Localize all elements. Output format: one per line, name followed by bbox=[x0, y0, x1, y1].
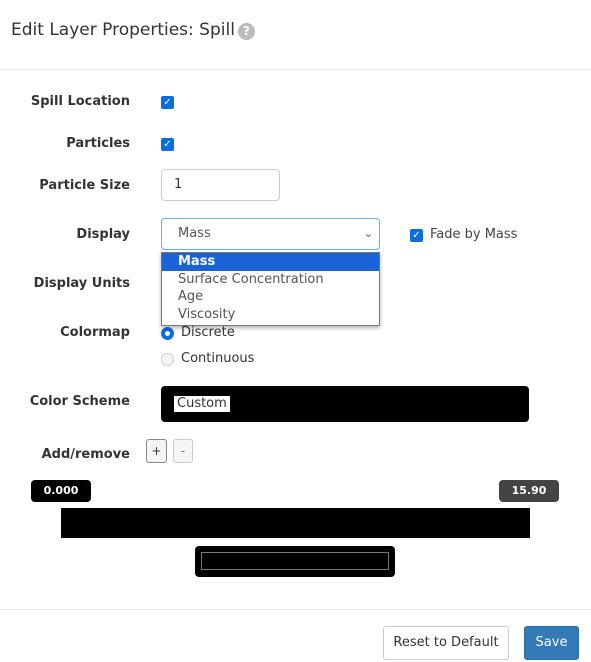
display-label: Display bbox=[76, 227, 130, 242]
particles-checkbox[interactable]: ✓ bbox=[161, 138, 174, 151]
header-divider bbox=[0, 69, 591, 70]
range-max-handle[interactable]: 15.90 bbox=[499, 480, 559, 502]
display-dropdown: Mass Surface Concentration Age Viscosity bbox=[161, 252, 380, 326]
reset-to-default-button[interactable]: Reset to Default bbox=[383, 626, 509, 660]
help-icon[interactable]: ? bbox=[238, 23, 255, 40]
color-scheme-label: Color Scheme bbox=[29, 394, 130, 409]
option-surface-concentration[interactable]: Surface Concentration bbox=[162, 271, 379, 289]
particles-label: Particles bbox=[66, 136, 130, 151]
radio-continuous-label: Continuous bbox=[181, 351, 255, 366]
spill-location-checkbox[interactable]: ✓ bbox=[161, 96, 174, 109]
colormap-bar[interactable] bbox=[61, 508, 530, 538]
display-select[interactable]: Mass ⌄ bbox=[161, 218, 380, 250]
remove-button[interactable]: - bbox=[173, 439, 193, 463]
add-remove-label: Add/remove bbox=[41, 447, 130, 462]
display-units-label: Display Units bbox=[33, 276, 130, 291]
range-min-handle[interactable]: 0.000 bbox=[31, 480, 91, 502]
option-mass[interactable]: Mass bbox=[162, 253, 379, 271]
radio-discrete[interactable] bbox=[161, 327, 174, 340]
color-picker-popup bbox=[195, 546, 395, 577]
color-input[interactable] bbox=[201, 552, 389, 570]
particle-size-label: Particle Size bbox=[39, 178, 130, 193]
radio-continuous[interactable] bbox=[161, 353, 174, 366]
colormap-label: Colormap bbox=[60, 325, 130, 340]
option-viscosity[interactable]: Viscosity bbox=[162, 306, 379, 324]
footer-divider bbox=[0, 609, 591, 610]
color-scheme-value: Custom bbox=[174, 396, 230, 412]
fade-by-mass-label: Fade by Mass bbox=[430, 227, 518, 242]
option-age[interactable]: Age bbox=[162, 288, 379, 306]
add-button[interactable]: + bbox=[146, 439, 167, 463]
particle-size-input[interactable]: 1 bbox=[161, 169, 280, 201]
spill-location-label: Spill Location bbox=[30, 94, 130, 109]
fade-by-mass-checkbox[interactable]: ✓ bbox=[410, 229, 423, 242]
color-scheme-select[interactable]: Custom bbox=[161, 386, 529, 422]
display-select-value: Mass bbox=[178, 226, 211, 241]
radio-discrete-label: Discrete bbox=[181, 325, 235, 340]
save-button[interactable]: Save bbox=[524, 626, 579, 660]
dialog-title: Edit Layer Properties: Spill bbox=[11, 20, 235, 40]
chevron-down-icon: ⌄ bbox=[363, 227, 373, 240]
